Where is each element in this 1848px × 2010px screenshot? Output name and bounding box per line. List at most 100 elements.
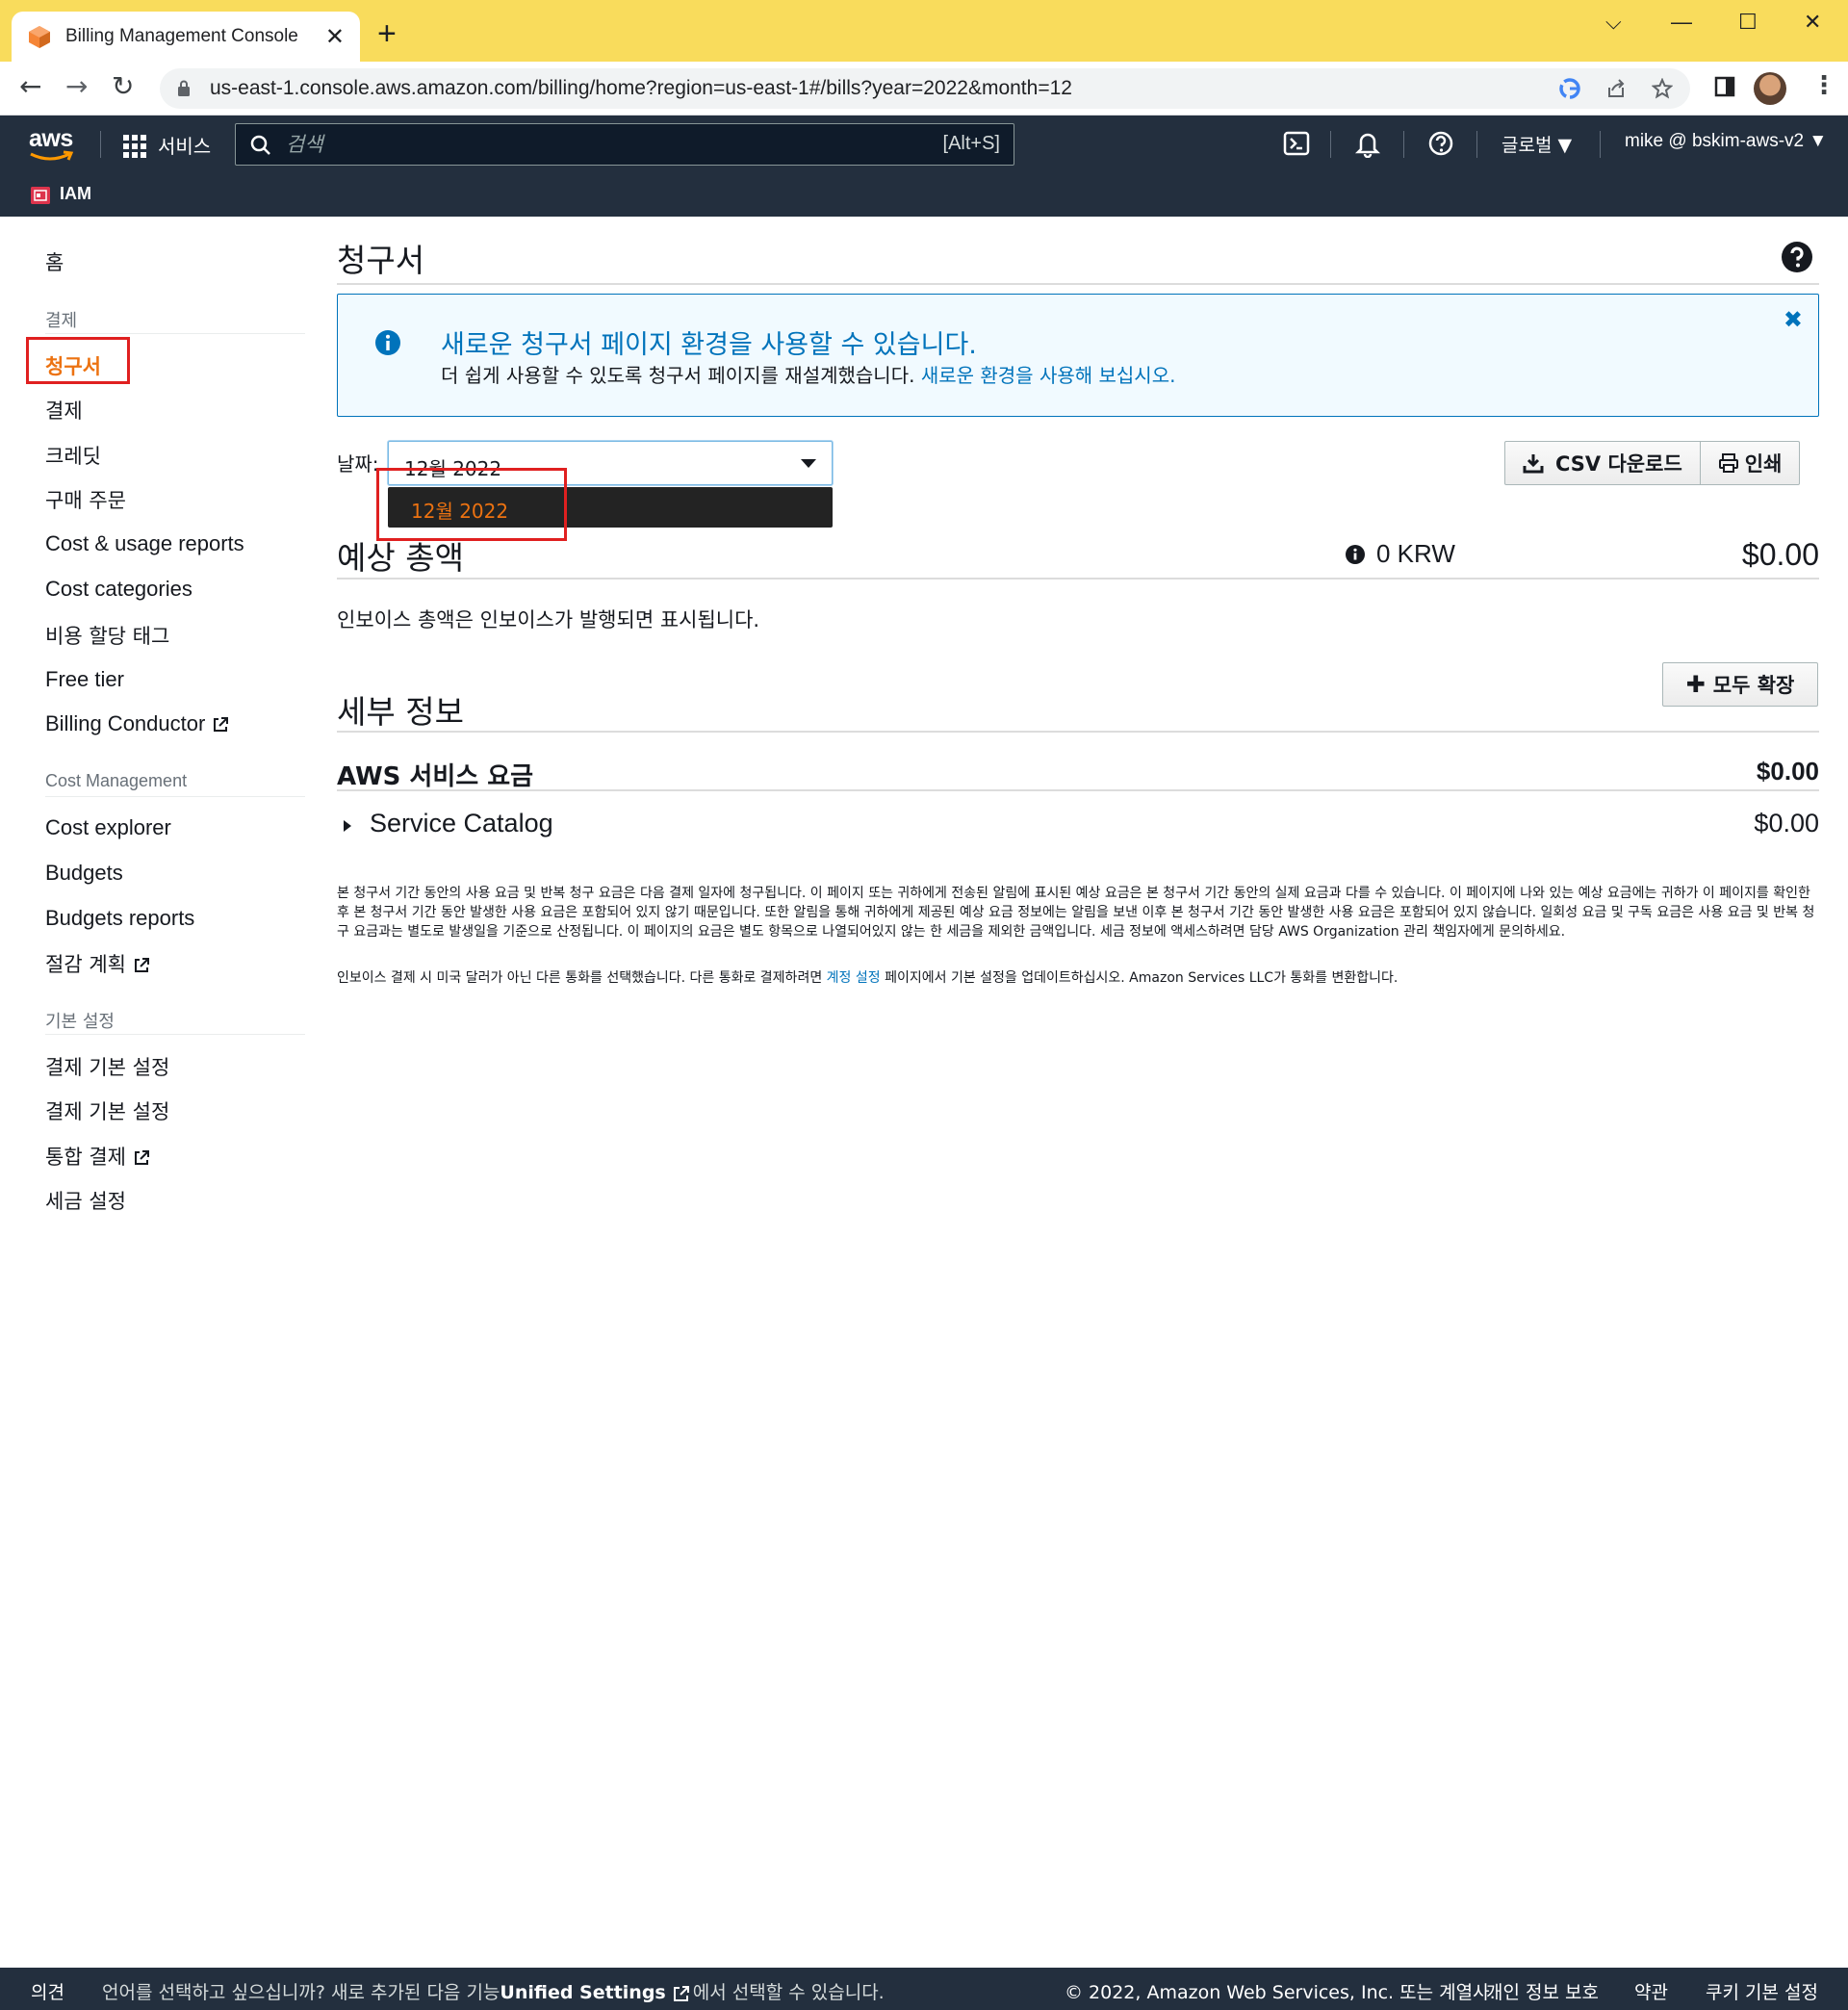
total-divider xyxy=(337,578,1819,580)
total-krw-value: 0 KRW xyxy=(1376,539,1455,568)
estimated-total-krw: 0 KRW xyxy=(1346,539,1455,569)
aws-logo-text: aws xyxy=(29,125,73,152)
region-selector[interactable]: 글로벌 ▼ xyxy=(1502,131,1572,157)
try-new-experience-link[interactable]: 새로운 환경을 사용해 보십시오. xyxy=(921,364,1176,387)
sidebar-divider xyxy=(45,796,305,797)
expand-all-label: 모두 확장 xyxy=(1712,674,1795,697)
details-divider xyxy=(337,731,1819,733)
sidebar-item-cost-allocation-tags[interactable]: 비용 할당 태그 xyxy=(45,621,169,650)
nav-divider xyxy=(1476,131,1477,158)
sidebar-item-cost-usage-reports[interactable]: Cost & usage reports xyxy=(45,531,244,556)
aws-logo[interactable]: aws xyxy=(29,125,79,164)
privacy-link[interactable]: 개인 정보 보호 xyxy=(1486,1978,1599,2004)
sidebar-item-savings-plans[interactable]: 절감 계획 xyxy=(45,949,151,978)
cloudshell-icon[interactable] xyxy=(1282,129,1311,158)
browser-menu-icon[interactable]: ⋮ xyxy=(1811,73,1836,98)
language-prompt-text: 언어를 선택하고 싶으십니까? 새로 추가된 다음 기능 xyxy=(102,1982,500,2003)
help-icon[interactable] xyxy=(1426,129,1455,158)
google-icon[interactable] xyxy=(1559,78,1580,99)
console-search[interactable]: [Alt+S] xyxy=(235,123,1014,166)
service-catalog-row[interactable]: Service Catalog $0.00 xyxy=(342,809,1819,843)
lock-icon xyxy=(178,80,190,96)
sidebar-item-budgets[interactable]: Budgets xyxy=(45,861,123,886)
sidebar-item-budgets-reports[interactable]: Budgets reports xyxy=(45,906,194,931)
share-icon[interactable] xyxy=(1605,78,1627,99)
print-icon xyxy=(1718,453,1738,473)
sidebar-item-home[interactable]: 홈 xyxy=(45,247,64,276)
highlight-box-bills xyxy=(26,337,130,384)
sidebar-item-consolidated-billing[interactable]: 통합 결제 xyxy=(45,1142,151,1171)
browser-tab[interactable]: Billing Management Console ✕ xyxy=(12,12,360,62)
sidebar-item-tax-settings[interactable]: 세금 설정 xyxy=(45,1186,126,1215)
new-tab-button[interactable]: + xyxy=(377,17,397,50)
service-catalog-amount: $0.00 xyxy=(1754,809,1819,838)
currency-note: 인보이스 결제 시 미국 달러가 아닌 다른 통화를 선택했습니다. 다른 통화… xyxy=(337,968,1819,988)
close-icon[interactable]: ✖ xyxy=(1784,306,1803,333)
sidebar-divider xyxy=(45,333,305,334)
billing-sidebar: 홈 결제 청구서 결제 크레딧 구매 주문 Cost & usage repor… xyxy=(0,217,318,1969)
sidebar-item-purchase-orders[interactable]: 구매 주문 xyxy=(45,485,126,514)
minimize-button[interactable]: — xyxy=(1671,10,1692,35)
bookmark-star-icon[interactable] xyxy=(1652,78,1673,99)
highlight-box-date-option xyxy=(376,468,567,541)
services-grid-icon[interactable] xyxy=(123,135,146,158)
caret-right-icon[interactable] xyxy=(344,820,351,832)
browser-toolbar: ← → ↻ us-east-1.console.aws.amazon.com/b… xyxy=(0,62,1848,116)
details-title: 세부 정보 xyxy=(337,693,464,731)
sidebar-item-free-tier[interactable]: Free tier xyxy=(45,667,124,692)
iam-service-icon xyxy=(31,187,50,204)
forward-icon[interactable]: → xyxy=(65,73,88,100)
currency-note-text: 인보이스 결제 시 미국 달러가 아닌 다른 통화를 선택했습니다. 다른 통화… xyxy=(337,970,827,986)
search-icon xyxy=(250,135,270,155)
aws-cube-icon xyxy=(29,26,50,48)
sidebar-item-payment-preferences[interactable]: 결제 기본 설정 xyxy=(45,1096,169,1125)
tab-search-icon[interactable]: ⌵ xyxy=(1605,10,1622,35)
external-link-icon xyxy=(214,717,229,733)
external-link-icon xyxy=(673,1985,689,2001)
account-settings-link[interactable]: 계정 설정 xyxy=(827,970,881,986)
sidebar-item-cost-categories[interactable]: Cost categories xyxy=(45,577,192,602)
sidebar-item-billing-preferences[interactable]: 결제 기본 설정 xyxy=(45,1052,169,1081)
sidebar-item-label: 통합 결제 xyxy=(45,1146,126,1169)
browser-tab-strip: Billing Management Console ✕ + ⌵ — ☐ ✕ xyxy=(0,0,1848,62)
invoice-total-note: 인보이스 총액은 인보이스가 발행되면 표시됩니다. xyxy=(337,608,760,631)
bill-actions: CSV 다운로드 인쇄 xyxy=(1504,441,1801,485)
address-bar[interactable]: us-east-1.console.aws.amazon.com/billing… xyxy=(160,68,1690,109)
page-help-icon[interactable] xyxy=(1781,241,1813,273)
download-icon xyxy=(1523,454,1544,474)
caret-down-icon xyxy=(801,459,816,468)
sidebar-item-payments[interactable]: 결제 xyxy=(45,396,83,425)
search-input[interactable] xyxy=(286,124,863,165)
sidebar-item-label: Billing Conductor xyxy=(45,711,206,735)
reload-icon[interactable]: ↻ xyxy=(112,73,134,100)
sidebar-section-billing: 결제 xyxy=(45,311,78,331)
print-button[interactable]: 인쇄 xyxy=(1699,442,1800,484)
expand-all-button[interactable]: ✚ 모두 확장 xyxy=(1662,662,1818,707)
side-panel-icon[interactable] xyxy=(1713,75,1736,98)
csv-download-button[interactable]: CSV 다운로드 xyxy=(1505,442,1700,484)
window-close-button[interactable]: ✕ xyxy=(1804,10,1821,35)
sidebar-item-credits[interactable]: 크레딧 xyxy=(45,441,101,470)
info-icon[interactable] xyxy=(1346,544,1365,564)
cookie-preferences-link[interactable]: 쿠키 기본 설정 xyxy=(1706,1978,1818,2004)
unified-settings-link[interactable]: Unified Settings xyxy=(500,1982,665,2003)
close-tab-icon[interactable]: ✕ xyxy=(325,25,345,48)
sidebar-item-billing-conductor[interactable]: Billing Conductor xyxy=(45,711,230,736)
info-icon xyxy=(375,330,400,355)
services-menu[interactable]: 서비스 xyxy=(158,131,211,159)
sidebar-divider xyxy=(45,1034,305,1035)
sidebar-section-cost-management: Cost Management xyxy=(45,771,188,790)
sidebar-item-cost-explorer[interactable]: Cost explorer xyxy=(45,815,171,840)
profile-avatar[interactable] xyxy=(1754,72,1786,105)
estimated-total-usd: $0.00 xyxy=(1741,537,1819,572)
nav-divider xyxy=(1330,131,1331,158)
account-menu[interactable]: mike @ bskim-aws-v2 ▼ xyxy=(1625,131,1827,152)
favorite-iam-link[interactable]: IAM xyxy=(60,184,91,204)
estimated-total-title: 예상 총액 xyxy=(337,539,464,577)
back-icon[interactable]: ← xyxy=(19,73,41,100)
feedback-link[interactable]: 의견 xyxy=(31,1978,64,2004)
notifications-bell-icon[interactable] xyxy=(1353,129,1382,158)
date-label: 날짜: xyxy=(337,452,379,476)
maximize-button[interactable]: ☐ xyxy=(1738,10,1758,35)
terms-link[interactable]: 약관 xyxy=(1634,1978,1668,2004)
